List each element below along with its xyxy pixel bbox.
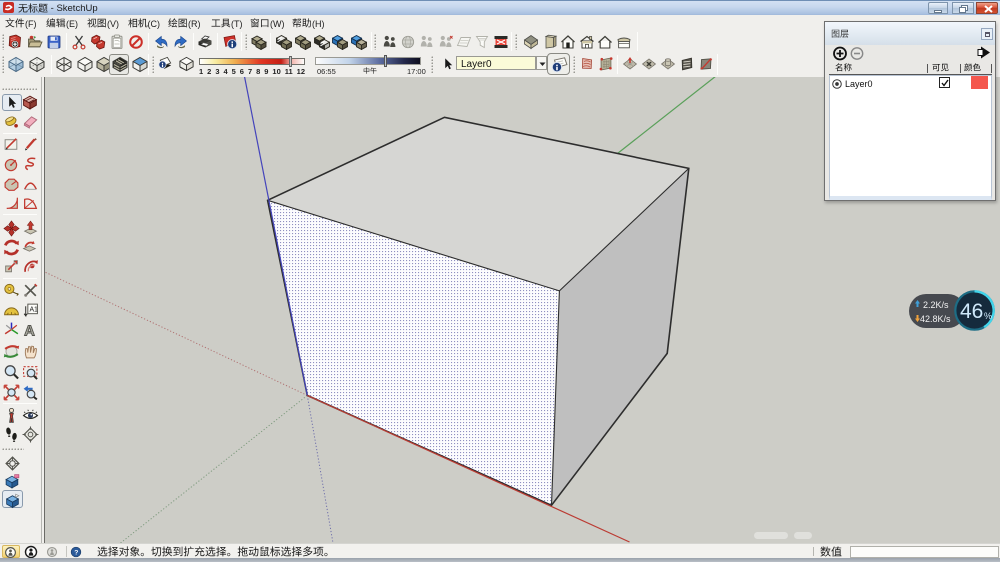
- svg-text:46: 46: [960, 300, 983, 323]
- svg-text:%: %: [984, 311, 992, 321]
- svg-text:2.2K/s: 2.2K/s: [923, 300, 949, 310]
- svg-text:42.8K/s: 42.8K/s: [920, 314, 951, 324]
